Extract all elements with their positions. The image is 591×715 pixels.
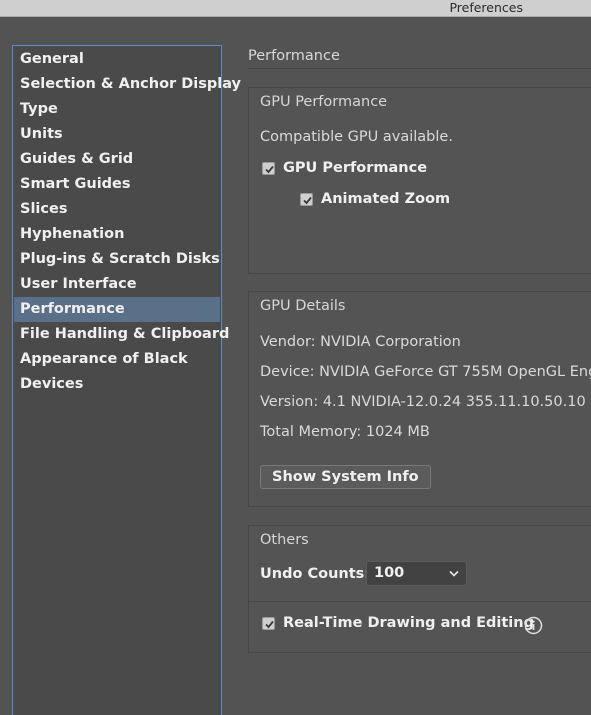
info-icon[interactable] (524, 616, 543, 635)
undo-counts-select[interactable]: 100 (366, 561, 467, 586)
window-title: Preferences (449, 0, 523, 15)
others-group: Others Undo Counts: 100 Real-Time Drawin… (248, 525, 591, 653)
gpu-version-text: Version: 4.1 NVIDIA-12.0.24 355.11.10.50… (260, 394, 586, 410)
gpu-device-text: Device: NVIDIA GeForce GT 755M OpenGL En… (260, 364, 591, 380)
sidebar-item-type[interactable]: Type (14, 97, 220, 122)
gpu-performance-label: GPU Performance (283, 160, 428, 176)
realtime-drawing-checkbox-row[interactable]: Real-Time Drawing and Editing (262, 615, 534, 631)
check-icon (265, 165, 274, 173)
gpu-performance-checkbox-row[interactable]: GPU Performance (262, 160, 427, 176)
animated-zoom-label: Animated Zoom (321, 191, 451, 207)
sidebar-item-general[interactable]: General (14, 47, 220, 72)
sidebar-item-appearance-of-black[interactable]: Appearance of Black (14, 347, 220, 372)
animated-zoom-checkbox[interactable] (300, 192, 313, 206)
gpu-memory-text: Total Memory: 1024 MB (260, 424, 430, 440)
sidebar-item-smart-guides[interactable]: Smart Guides (14, 172, 220, 197)
realtime-drawing-label: Real-Time Drawing and Editing (283, 615, 534, 631)
chevron-down-icon (449, 570, 459, 577)
group-title-gpu-details: GPU Details (260, 298, 346, 314)
gpu-status-text: Compatible GPU available. (260, 129, 453, 145)
show-system-info-button[interactable]: Show System Info (260, 465, 431, 489)
check-icon (265, 620, 274, 628)
animated-zoom-checkbox-row[interactable]: Animated Zoom (300, 191, 450, 207)
undo-counts-label: Undo Counts: (260, 566, 371, 582)
realtime-drawing-checkbox[interactable] (262, 616, 275, 630)
gpu-details-group: GPU Details Vendor: NVIDIA Corporation D… (248, 291, 591, 507)
sidebar-item-slices[interactable]: Slices (14, 197, 220, 222)
undo-counts-value: 100 (374, 565, 405, 581)
divider (249, 601, 591, 602)
preferences-sidebar: General Selection & Anchor Display Type … (12, 45, 241, 715)
divider (248, 68, 591, 69)
page-title: Performance (248, 48, 340, 64)
gpu-performance-checkbox[interactable] (262, 161, 275, 175)
sidebar-item-units[interactable]: Units (14, 122, 220, 147)
sidebar-item-guides-grid[interactable]: Guides & Grid (14, 147, 220, 172)
group-title-others: Others (260, 532, 309, 548)
group-title-gpu-performance: GPU Performance (260, 94, 388, 110)
sidebar-item-plugins-scratch-disks[interactable]: Plug-ins & Scratch Disks (14, 247, 220, 272)
sidebar-item-selection-anchor-display[interactable]: Selection & Anchor Display (14, 72, 241, 97)
gpu-performance-group: GPU Performance Compatible GPU available… (248, 87, 591, 274)
sidebar-item-performance[interactable]: Performance (14, 297, 220, 322)
sidebar-item-file-handling-clipboard[interactable]: File Handling & Clipboard (14, 322, 229, 347)
sidebar-item-hyphenation[interactable]: Hyphenation (14, 222, 220, 247)
check-icon (303, 196, 312, 204)
title-bar: Preferences (0, 0, 591, 17)
sidebar-item-devices[interactable]: Devices (14, 372, 220, 397)
gpu-vendor-text: Vendor: NVIDIA Corporation (260, 334, 461, 350)
sidebar-item-user-interface[interactable]: User Interface (14, 272, 220, 297)
